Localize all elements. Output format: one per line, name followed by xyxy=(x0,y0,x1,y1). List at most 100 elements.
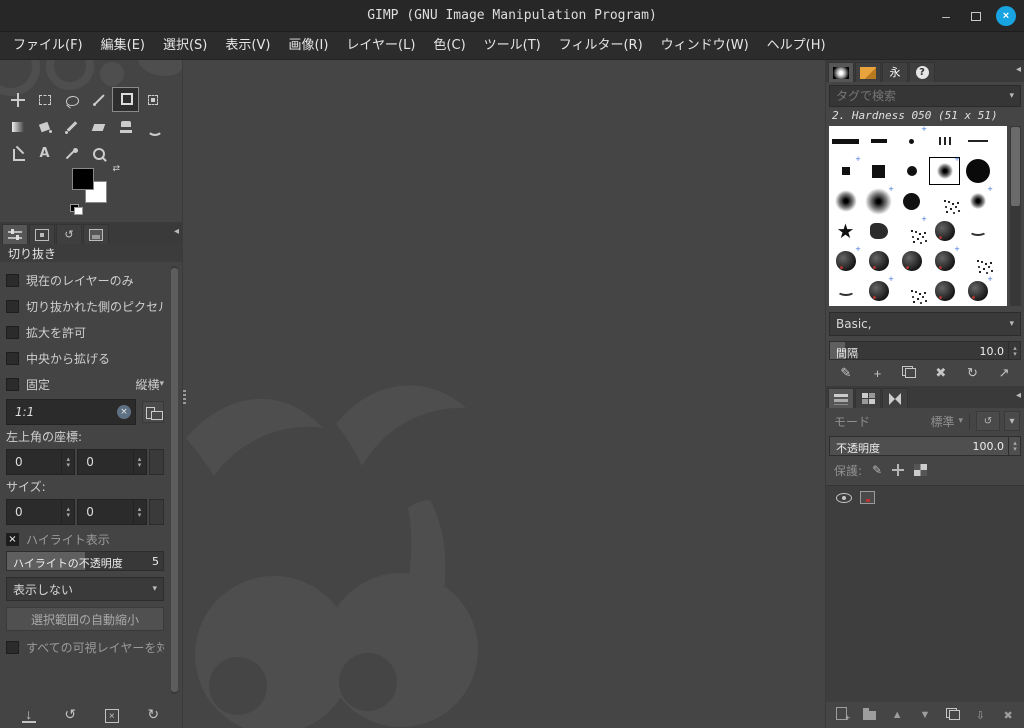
layer-thumbnail[interactable] xyxy=(860,491,875,504)
tool-gradient[interactable] xyxy=(4,114,31,139)
brush-item[interactable] xyxy=(928,216,961,246)
menu-item-6[interactable]: 色(C) xyxy=(424,32,474,60)
brush-item[interactable] xyxy=(961,216,994,246)
visibility-icon[interactable] xyxy=(836,492,852,503)
checkbox-current-layer[interactable] xyxy=(6,273,19,287)
tool-bucket-fill[interactable] xyxy=(31,114,58,139)
menu-item-10[interactable]: ヘルプ(H) xyxy=(758,32,835,60)
brush-item[interactable] xyxy=(928,155,961,186)
tool-text[interactable]: A xyxy=(31,141,58,166)
highlight-opacity-slider[interactable]: ハイライトの不透明度 5 xyxy=(6,551,164,571)
brush-item[interactable] xyxy=(862,216,895,246)
mode-expand-button[interactable]: ▾ xyxy=(1004,411,1020,431)
brush-grid-scrollbar[interactable] xyxy=(1010,126,1021,306)
size-height-spinbox[interactable]: 0 ▴ ▾ xyxy=(77,499,147,525)
tool-options-scrollbar[interactable] xyxy=(171,266,178,694)
new-brush-button[interactable]: + xyxy=(866,363,888,383)
menu-item-0[interactable]: ファイル(F) xyxy=(4,32,92,60)
dock-menu-button[interactable]: ◂ xyxy=(174,226,179,237)
tab-images[interactable] xyxy=(83,224,109,244)
brush-item[interactable] xyxy=(862,246,895,276)
brush-item[interactable] xyxy=(928,126,961,156)
open-brush-as-image-button[interactable]: ↗ xyxy=(993,363,1015,383)
brush-item[interactable] xyxy=(829,276,862,306)
tool-paintbrush[interactable] xyxy=(58,114,85,139)
tool-smudge[interactable] xyxy=(139,114,166,139)
checkbox-allow-grow[interactable] xyxy=(6,325,19,339)
delete-tool-preset-button[interactable]: × xyxy=(101,703,123,725)
layer-list[interactable] xyxy=(826,485,1024,702)
tool-eraser[interactable] xyxy=(85,114,112,139)
close-button[interactable]: × xyxy=(996,6,1016,26)
tab-fonts[interactable]: 永 xyxy=(882,62,908,82)
tab-device-status[interactable] xyxy=(29,224,55,244)
brush-item[interactable] xyxy=(895,215,928,246)
layer-opacity-slider[interactable]: 不透明度 100.0 ▴ ▾ xyxy=(829,436,1021,456)
spin-arrows[interactable]: ▴ ▾ xyxy=(61,500,74,524)
tool-move[interactable] xyxy=(4,87,31,112)
checkbox-shrink-merged[interactable] xyxy=(6,640,19,654)
menu-item-8[interactable]: フィルター(R) xyxy=(550,32,652,60)
maximize-button[interactable] xyxy=(966,6,986,26)
guides-dropdown[interactable]: 表示しない ▾ xyxy=(6,577,164,601)
tab-undo-history[interactable]: ↺ xyxy=(56,224,82,244)
brush-search-input[interactable] xyxy=(836,89,1010,103)
position-y-spinbox[interactable]: 0 ▴ ▾ xyxy=(77,449,147,475)
mode-switch-button[interactable]: ↺ xyxy=(976,411,1000,431)
brush-item[interactable] xyxy=(829,245,862,276)
clear-icon[interactable]: × xyxy=(117,405,131,419)
brush-item[interactable] xyxy=(961,246,994,276)
spin-arrows[interactable]: ▴ ▾ xyxy=(1008,342,1020,359)
spin-arrows[interactable]: ▴ ▾ xyxy=(132,500,146,524)
brush-item[interactable] xyxy=(862,275,895,306)
spacing-slider[interactable]: 間隔 10.0 ▴ ▾ xyxy=(829,341,1021,360)
spin-arrows[interactable]: ▴ ▾ xyxy=(132,450,146,474)
chevron-down-icon[interactable]: ▾ xyxy=(1009,91,1014,101)
duplicate-brush-button[interactable] xyxy=(898,363,920,383)
menu-item-4[interactable]: 画像(I) xyxy=(279,32,337,60)
scrollbar-thumb[interactable] xyxy=(1011,127,1020,207)
brush-item[interactable] xyxy=(961,185,994,216)
size-width-spinbox[interactable]: 0 ▴ ▾ xyxy=(6,499,76,525)
tab-brushes[interactable] xyxy=(828,62,854,82)
checkbox-highlight-checked[interactable]: × xyxy=(6,532,19,546)
tool-free-select[interactable] xyxy=(58,87,85,112)
brush-item[interactable] xyxy=(961,275,994,306)
unit-dropdown[interactable] xyxy=(148,449,164,475)
checkbox-fixed[interactable] xyxy=(6,377,19,391)
raise-layer-button[interactable]: ▲ xyxy=(886,705,908,725)
brush-collection-dropdown[interactable]: Basic, ▾ xyxy=(829,312,1021,336)
menu-item-5[interactable]: レイヤー(L) xyxy=(337,32,424,60)
tab-document-history[interactable]: ? xyxy=(909,62,935,82)
brush-item[interactable] xyxy=(928,186,961,216)
new-group-button[interactable] xyxy=(859,705,881,725)
unit-dropdown[interactable] xyxy=(148,499,164,525)
checkbox-delete-pixels[interactable] xyxy=(6,299,19,313)
menu-item-9[interactable]: ウィンドウ(W) xyxy=(652,32,758,60)
tool-clone[interactable] xyxy=(112,114,139,139)
brush-item[interactable] xyxy=(895,246,928,276)
orientation-toggle-button[interactable] xyxy=(142,401,164,423)
tool-unified-transform[interactable] xyxy=(139,87,166,112)
menu-item-1[interactable]: 編集(E) xyxy=(92,32,154,60)
checkbox-expand-center[interactable] xyxy=(6,351,19,365)
save-tool-preset-button[interactable]: ↓ xyxy=(18,703,40,725)
tool-zoom[interactable] xyxy=(85,141,112,166)
refresh-brushes-button[interactable]: ↻ xyxy=(961,363,983,383)
brush-item[interactable]: ★ xyxy=(829,216,862,246)
brush-item[interactable] xyxy=(862,185,895,216)
layer-row[interactable] xyxy=(826,486,1024,504)
brush-item[interactable] xyxy=(829,126,862,156)
mode-value[interactable]: 標準 xyxy=(930,413,954,430)
tool-crop[interactable] xyxy=(112,87,139,112)
fixed-value[interactable]: 縦横 xyxy=(135,376,159,393)
lower-layer-button[interactable]: ▼ xyxy=(914,705,936,725)
scrollbar-thumb[interactable] xyxy=(171,268,178,692)
tab-channels[interactable] xyxy=(855,388,881,408)
lock-pixels-icon[interactable]: ✎ xyxy=(872,463,882,477)
brush-item[interactable] xyxy=(895,186,928,216)
brush-item[interactable] xyxy=(961,126,994,156)
lock-position-icon[interactable] xyxy=(892,464,905,476)
brush-item[interactable] xyxy=(862,156,895,186)
duplicate-layer-button[interactable] xyxy=(942,705,964,725)
